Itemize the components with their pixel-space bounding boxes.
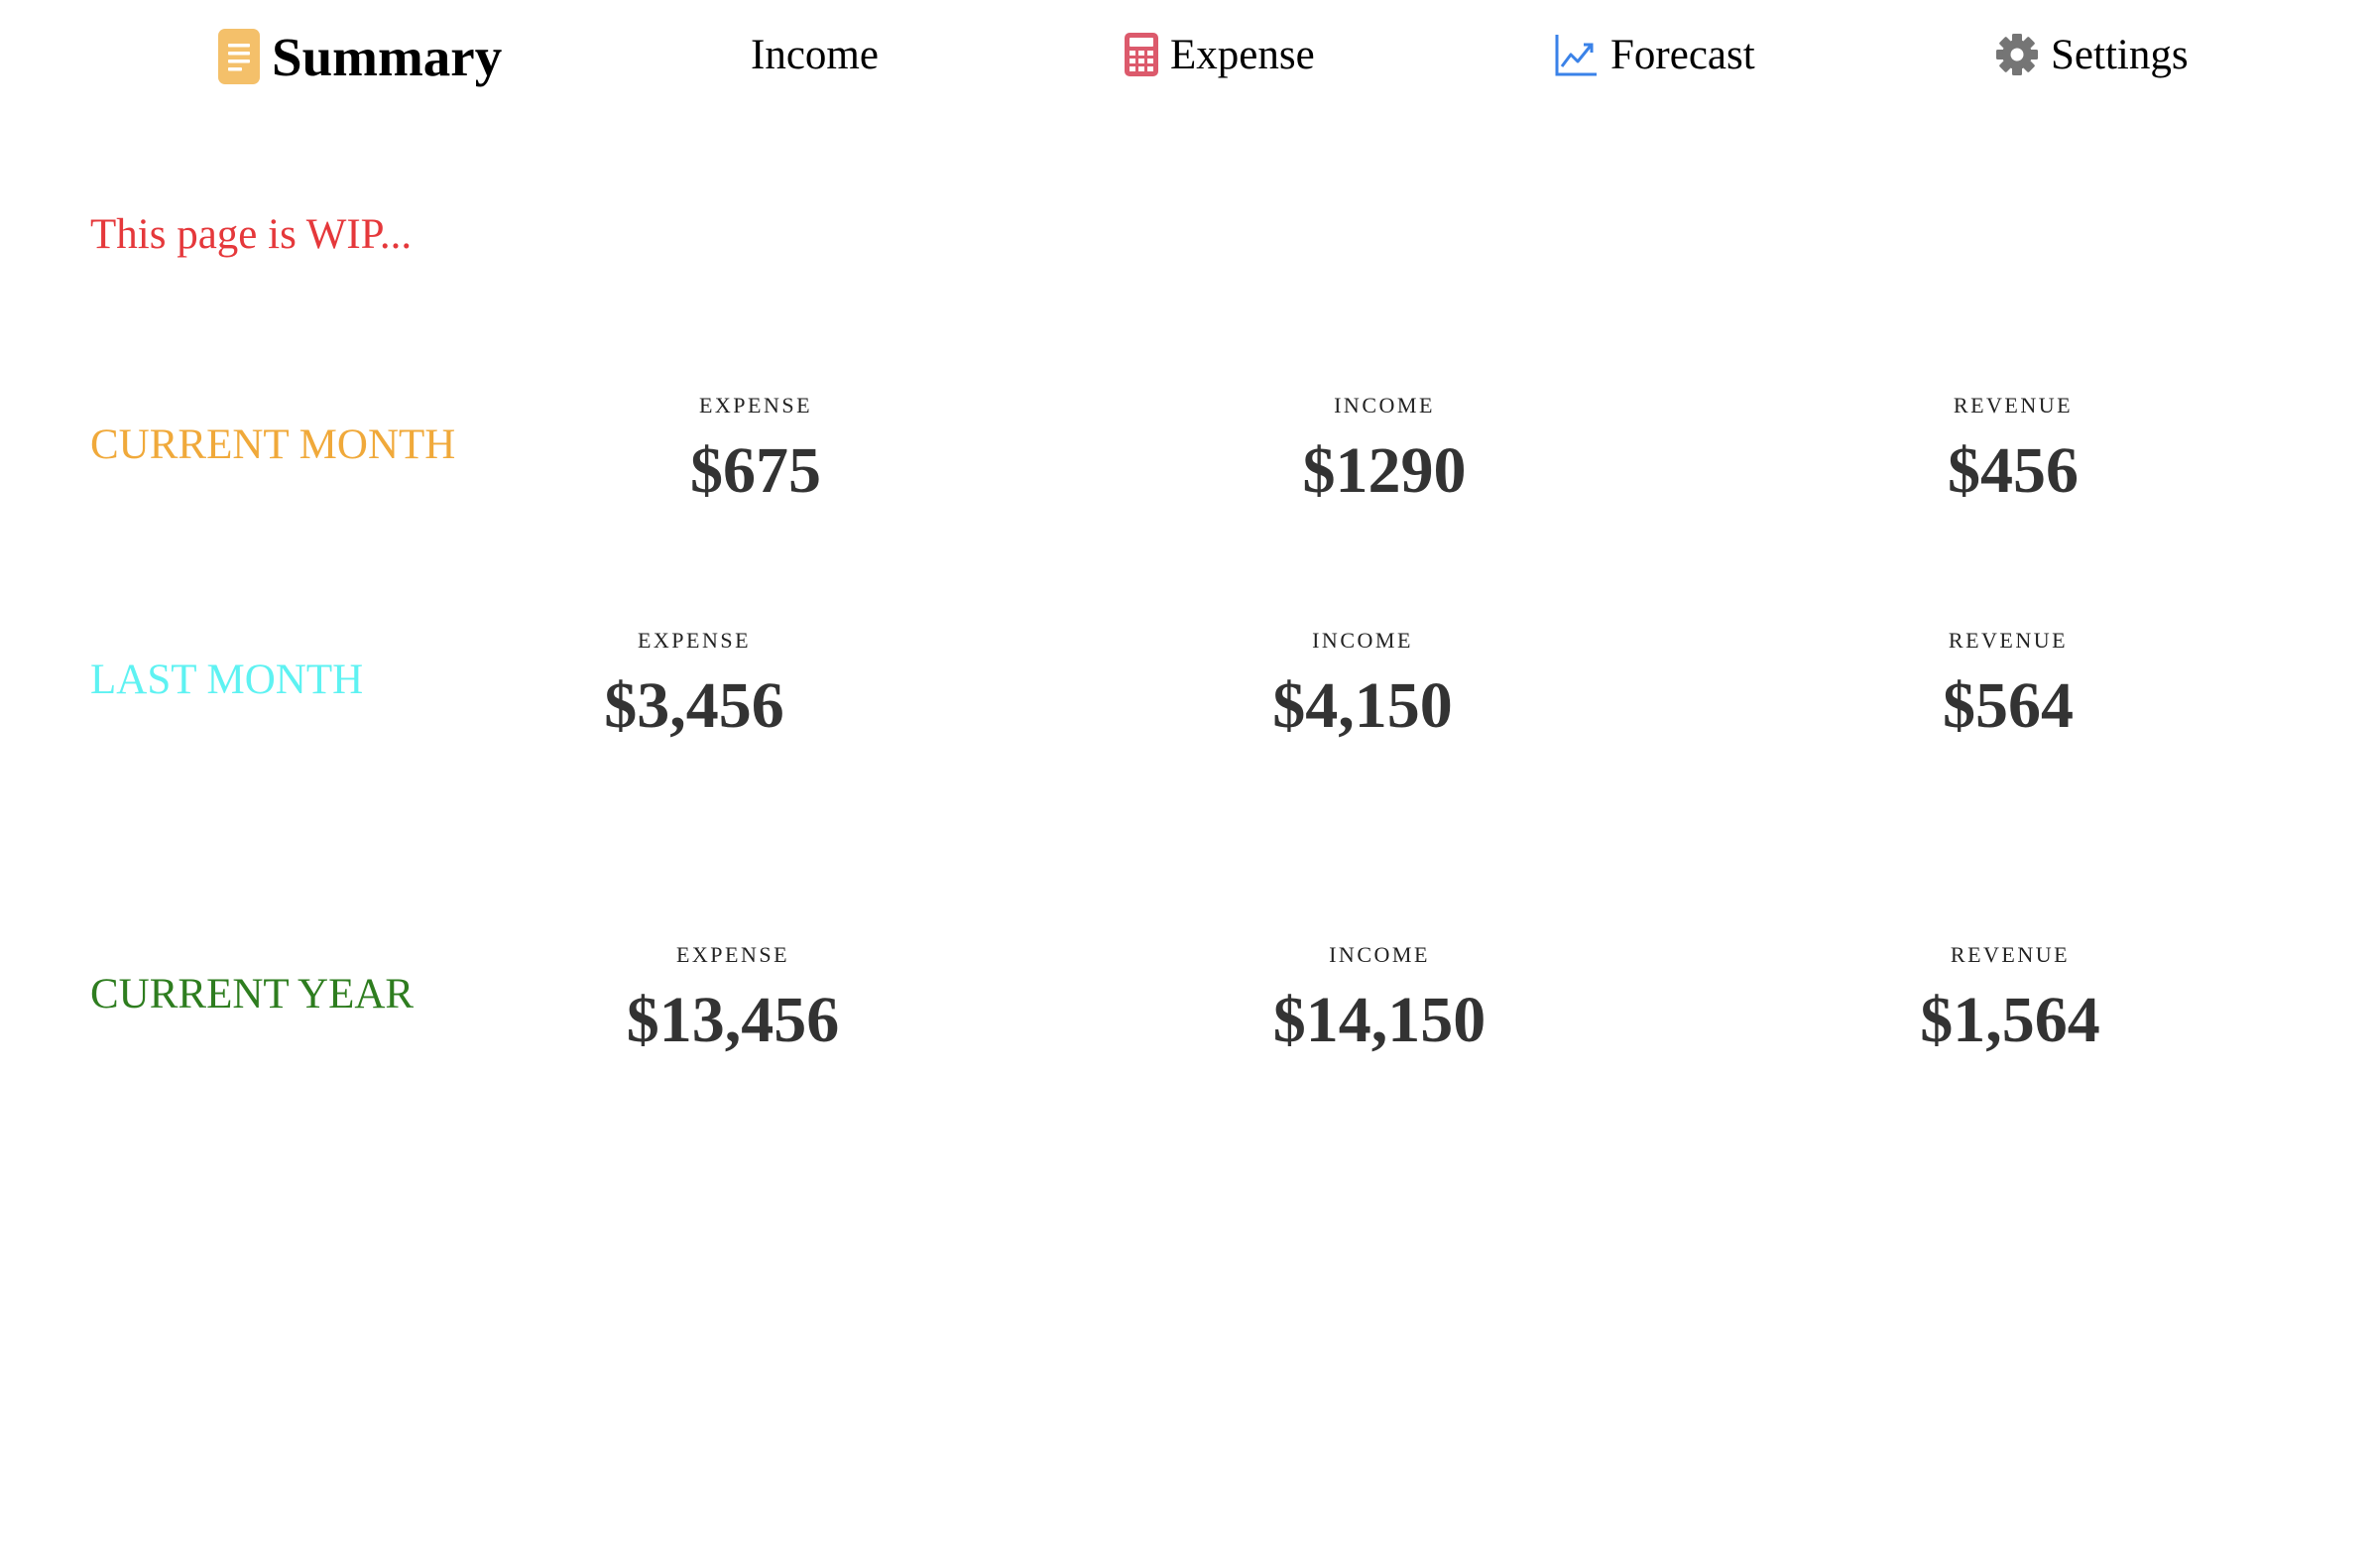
- stat-caption: INCOME: [1334, 393, 1435, 418]
- stat-value: $4,150: [1272, 669, 1453, 742]
- last-month-label: LAST MONTH: [90, 657, 364, 703]
- trending-up-icon: [1555, 33, 1599, 76]
- nav-tab-income[interactable]: Income: [751, 22, 879, 87]
- wip-notice: This page is WIP...: [90, 211, 413, 258]
- stat-value: $1,564: [1920, 984, 2100, 1056]
- stat-caption: EXPENSE: [675, 942, 790, 967]
- stat-value: $13,456: [626, 984, 840, 1056]
- nav-tab-summary[interactable]: Summary: [218, 24, 502, 89]
- stat-value: $456: [1948, 434, 2079, 507]
- nav-tab-settings[interactable]: Settings: [1995, 22, 2189, 87]
- stat-value: $675: [690, 434, 821, 507]
- stat-value: $14,150: [1272, 984, 1487, 1056]
- stat-value: $3,456: [604, 669, 784, 742]
- app-root: Summary Income Expense Forecast Settings…: [0, 0, 2380, 1555]
- current-month-expense: EXPENSE $675: [518, 395, 994, 504]
- stat-value: $564: [1943, 669, 2074, 742]
- current-month-revenue: REVENUE $456: [1775, 395, 2251, 504]
- stat-caption: REVENUE: [1950, 942, 2071, 967]
- nav-tab-income-label: Income: [751, 31, 879, 78]
- calculator-icon: [1125, 33, 1158, 76]
- nav-tab-expense[interactable]: Expense: [1125, 22, 1315, 87]
- current-month-income: INCOME $1290: [1146, 395, 1622, 504]
- stat-caption: EXPENSE: [698, 393, 813, 418]
- stat-caption: REVENUE: [1953, 393, 2074, 418]
- stat-caption: INCOME: [1312, 628, 1413, 653]
- stat-caption: REVENUE: [1948, 628, 2069, 653]
- last-month-revenue: REVENUE $564: [1770, 630, 2246, 739]
- stat-value: $1290: [1302, 434, 1467, 507]
- current-year-revenue: REVENUE $1,564: [1772, 944, 2248, 1053]
- last-month-expense: EXPENSE $3,456: [456, 630, 932, 739]
- nav-tab-forecast-label: Forecast: [1610, 31, 1755, 78]
- nav-tab-summary-label: Summary: [272, 26, 503, 87]
- current-month-label: CURRENT MONTH: [90, 421, 456, 468]
- current-year-label: CURRENT YEAR: [90, 971, 415, 1017]
- last-month-income: INCOME $4,150: [1125, 630, 1601, 739]
- nav-tab-forecast[interactable]: Forecast: [1555, 22, 1755, 87]
- document-icon: [218, 29, 260, 84]
- gear-icon: [1995, 33, 2039, 76]
- stat-caption: EXPENSE: [637, 628, 752, 653]
- current-year-expense: EXPENSE $13,456: [495, 944, 971, 1053]
- current-year-income: INCOME $14,150: [1141, 944, 1617, 1053]
- nav-tab-settings-label: Settings: [2051, 31, 2189, 78]
- stat-caption: INCOME: [1329, 942, 1430, 967]
- nav-tab-expense-label: Expense: [1170, 31, 1315, 78]
